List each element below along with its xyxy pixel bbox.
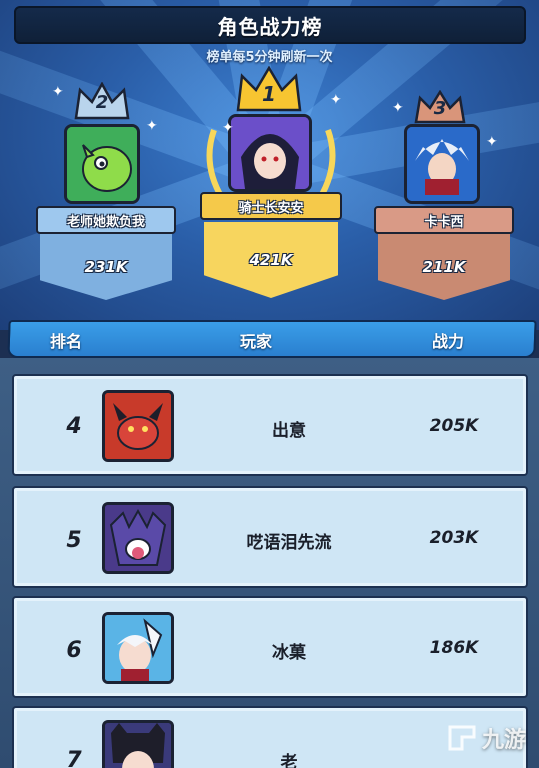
podium-player-name: 骑士长安安 xyxy=(238,200,304,216)
row-avatar xyxy=(102,612,174,684)
row-player-power: 203K xyxy=(429,528,479,548)
sparkle-icon: ✦ xyxy=(486,134,498,150)
podium-rank-2[interactable]: 2 老师她欺负我 231K xyxy=(30,82,180,302)
sparkle-icon: ✦ xyxy=(392,100,404,116)
row-player-power: 186K xyxy=(429,638,479,658)
refresh-subtitle: 榜单每5分钟刷新一次 xyxy=(206,50,333,65)
row-player-name: 冰菓 xyxy=(272,643,306,663)
leaderboard-row[interactable]: 5 呓语泪先流 203K xyxy=(12,486,528,588)
podium-rank-3[interactable]: 3 卡卡西 211K xyxy=(368,90,518,304)
row-player-power: 205K xyxy=(429,416,479,436)
row-rank: 4 xyxy=(66,414,82,439)
podium-rank-number: 2 xyxy=(95,92,109,113)
watermark-logo: 九游 xyxy=(446,722,526,754)
column-header-player: 玩家 xyxy=(240,332,273,351)
row-avatar xyxy=(102,720,174,768)
podium-avatar xyxy=(228,114,312,192)
page-title: 角色战力榜 xyxy=(217,14,323,39)
podium-rank-number: 1 xyxy=(262,82,276,106)
podium-score-plate: 211K xyxy=(378,234,510,300)
row-rank: 5 xyxy=(66,528,82,553)
sparkle-icon: ✦ xyxy=(146,118,158,134)
podium-name-plate: 老师她欺负我 xyxy=(36,206,176,234)
watermark-text: 九游 xyxy=(482,728,527,753)
sparkle-icon: ✦ xyxy=(222,120,234,136)
podium-name-plate: 卡卡西 xyxy=(374,206,514,234)
leaderboard-row[interactable]: 4 出意 205K xyxy=(12,374,528,476)
column-header-power: 战力 xyxy=(432,332,465,351)
podium-player-power: 231K xyxy=(84,258,128,276)
leaderboard-row[interactable]: 6 冰菓 186K xyxy=(12,596,528,698)
podium-player-power: 211K xyxy=(422,258,466,276)
podium-score-plate: 421K xyxy=(204,222,338,298)
podium-avatar xyxy=(404,124,480,204)
sparkle-icon: ✦ xyxy=(52,84,64,100)
row-player-name: 出意 xyxy=(272,421,306,441)
podium-player-name: 卡卡西 xyxy=(424,214,464,230)
bronze-crown-icon: 3 xyxy=(412,90,468,126)
podium-name-plate: 骑士长安安 xyxy=(200,192,342,220)
podium-rank-number: 3 xyxy=(433,98,447,119)
silver-crown-icon: 2 xyxy=(72,82,132,122)
row-avatar xyxy=(102,390,174,462)
column-header-rank: 排名 xyxy=(50,332,83,351)
podium-avatar xyxy=(64,124,140,204)
row-avatar xyxy=(102,502,174,574)
row-rank: 7 xyxy=(66,748,82,768)
podium-player-power: 421K xyxy=(249,251,293,269)
row-player-name: 老 xyxy=(280,753,298,768)
podium-rank-1[interactable]: 1 骑士长安安 421K xyxy=(196,64,346,304)
row-rank: 6 xyxy=(66,638,82,663)
podium-player-name: 老师她欺负我 xyxy=(66,214,145,230)
nine-game-logo-icon xyxy=(448,725,476,751)
row-player-name: 呓语泪先流 xyxy=(246,533,332,553)
title-bar: 角色战力榜 xyxy=(14,6,526,44)
podium-score-plate: 231K xyxy=(40,234,172,300)
gold-crown-icon: 1 xyxy=(234,66,304,114)
sparkle-icon: ✦ xyxy=(330,92,342,108)
